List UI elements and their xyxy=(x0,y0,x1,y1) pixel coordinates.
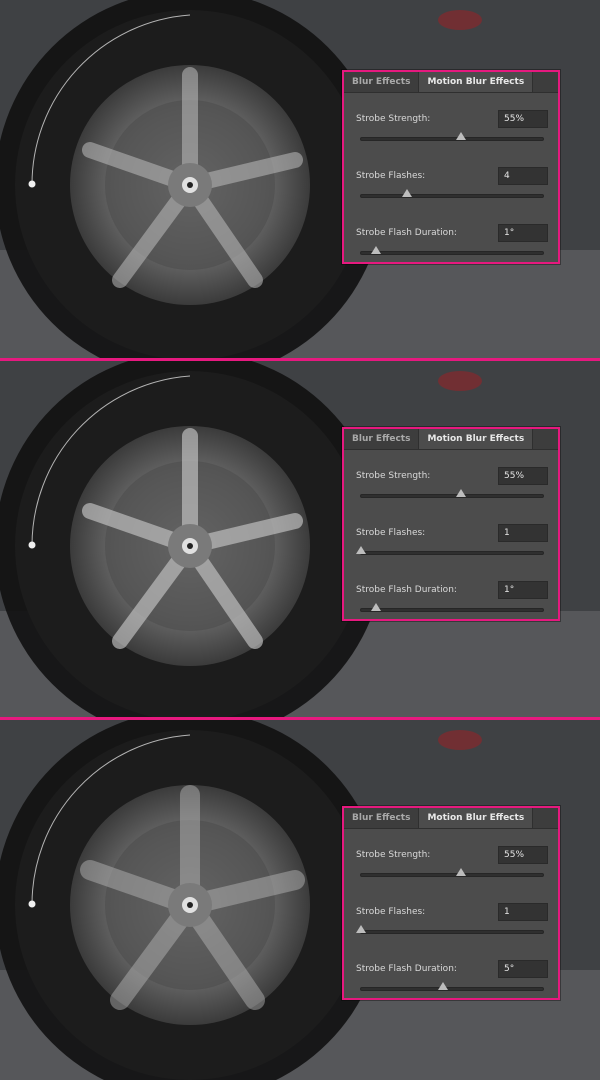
strobe-flashes-row: Strobe Flashes: 4 xyxy=(354,167,548,207)
strobe-flashes-input[interactable]: 1 xyxy=(498,903,548,921)
strobe-strength-input[interactable]: 55% xyxy=(498,846,548,864)
slider-thumb-icon[interactable] xyxy=(456,489,467,497)
path-handle-icon[interactable] xyxy=(28,180,36,188)
strobe-flashes-slider[interactable] xyxy=(356,546,544,555)
strobe-flashes-input[interactable]: 1 xyxy=(498,524,548,542)
tab-motion-blur-effects[interactable]: Motion Blur Effects xyxy=(419,429,534,449)
tail-light xyxy=(438,10,482,30)
strobe-duration-input[interactable]: 1° xyxy=(498,581,548,599)
motion-blur-panel: Blur Effects Motion Blur Effects Strobe … xyxy=(342,806,560,1000)
tail-light xyxy=(438,371,482,391)
tab-blur-effects[interactable]: Blur Effects xyxy=(344,808,420,828)
strobe-strength-slider[interactable] xyxy=(360,132,544,141)
strobe-strength-input[interactable]: 55% xyxy=(498,467,548,485)
strobe-duration-slider[interactable] xyxy=(360,982,544,991)
slider-thumb-icon[interactable] xyxy=(356,925,366,933)
strobe-duration-label: Strobe Flash Duration: xyxy=(356,585,457,595)
tab-blur-effects[interactable]: Blur Effects xyxy=(344,429,420,449)
strobe-duration-input[interactable]: 1° xyxy=(498,224,548,242)
strobe-flashes-label: Strobe Flashes: xyxy=(356,907,426,917)
strobe-flashes-label: Strobe Flashes: xyxy=(356,171,426,181)
panel-tabs: Blur Effects Motion Blur Effects xyxy=(344,429,558,450)
tab-motion-blur-effects[interactable]: Motion Blur Effects xyxy=(419,72,534,92)
motion-blur-panel: Blur Effects Motion Blur Effects Strobe … xyxy=(342,70,560,264)
strobe-flashes-slider[interactable] xyxy=(360,189,544,198)
strobe-strength-row: Strobe Strength: 55% xyxy=(354,846,548,886)
strobe-duration-slider[interactable] xyxy=(360,603,544,612)
motion-blur-panel: Blur Effects Motion Blur Effects Strobe … xyxy=(342,427,560,621)
strobe-strength-input[interactable]: 55% xyxy=(498,110,548,128)
slider-thumb-icon[interactable] xyxy=(437,982,448,990)
frame-3: Blur Effects Motion Blur Effects Strobe … xyxy=(0,720,600,1080)
strobe-flashes-slider[interactable] xyxy=(356,925,544,934)
strobe-strength-slider[interactable] xyxy=(360,868,544,877)
slider-thumb-icon[interactable] xyxy=(456,132,467,140)
strobe-flashes-row: Strobe Flashes: 1 xyxy=(354,524,548,564)
panel-tabs: Blur Effects Motion Blur Effects xyxy=(344,808,558,829)
tail-light xyxy=(438,730,482,750)
strobe-strength-slider[interactable] xyxy=(360,489,544,498)
strobe-strength-label: Strobe Strength: xyxy=(356,114,431,124)
strobe-duration-row: Strobe Flash Duration: 1° xyxy=(354,224,548,264)
tab-blur-effects[interactable]: Blur Effects xyxy=(344,72,420,92)
strobe-strength-row: Strobe Strength: 55% xyxy=(354,110,548,150)
frame-1: Blur Effects Motion Blur Effects Strobe … xyxy=(0,0,600,358)
strobe-flashes-label: Strobe Flashes: xyxy=(356,528,426,538)
strobe-duration-slider[interactable] xyxy=(360,246,544,255)
path-handle-icon[interactable] xyxy=(28,541,36,549)
strobe-flashes-input[interactable]: 4 xyxy=(498,167,548,185)
strobe-duration-input[interactable]: 5° xyxy=(498,960,548,978)
slider-thumb-icon[interactable] xyxy=(370,603,381,611)
panel-tabs: Blur Effects Motion Blur Effects xyxy=(344,72,558,93)
frame-2: Blur Effects Motion Blur Effects Strobe … xyxy=(0,361,600,717)
strobe-duration-row: Strobe Flash Duration: 1° xyxy=(354,581,548,621)
strobe-flashes-row: Strobe Flashes: 1 xyxy=(354,903,548,943)
slider-thumb-icon[interactable] xyxy=(401,189,412,197)
strobe-strength-row: Strobe Strength: 55% xyxy=(354,467,548,507)
strobe-strength-label: Strobe Strength: xyxy=(356,471,431,481)
strobe-duration-label: Strobe Flash Duration: xyxy=(356,964,457,974)
slider-thumb-icon[interactable] xyxy=(456,868,467,876)
strobe-duration-label: Strobe Flash Duration: xyxy=(356,228,457,238)
slider-thumb-icon[interactable] xyxy=(356,546,366,554)
strobe-duration-row: Strobe Flash Duration: 5° xyxy=(354,960,548,1000)
tab-motion-blur-effects[interactable]: Motion Blur Effects xyxy=(419,808,534,828)
strobe-strength-label: Strobe Strength: xyxy=(356,850,431,860)
slider-thumb-icon[interactable] xyxy=(370,246,381,254)
path-handle-icon[interactable] xyxy=(28,900,36,908)
